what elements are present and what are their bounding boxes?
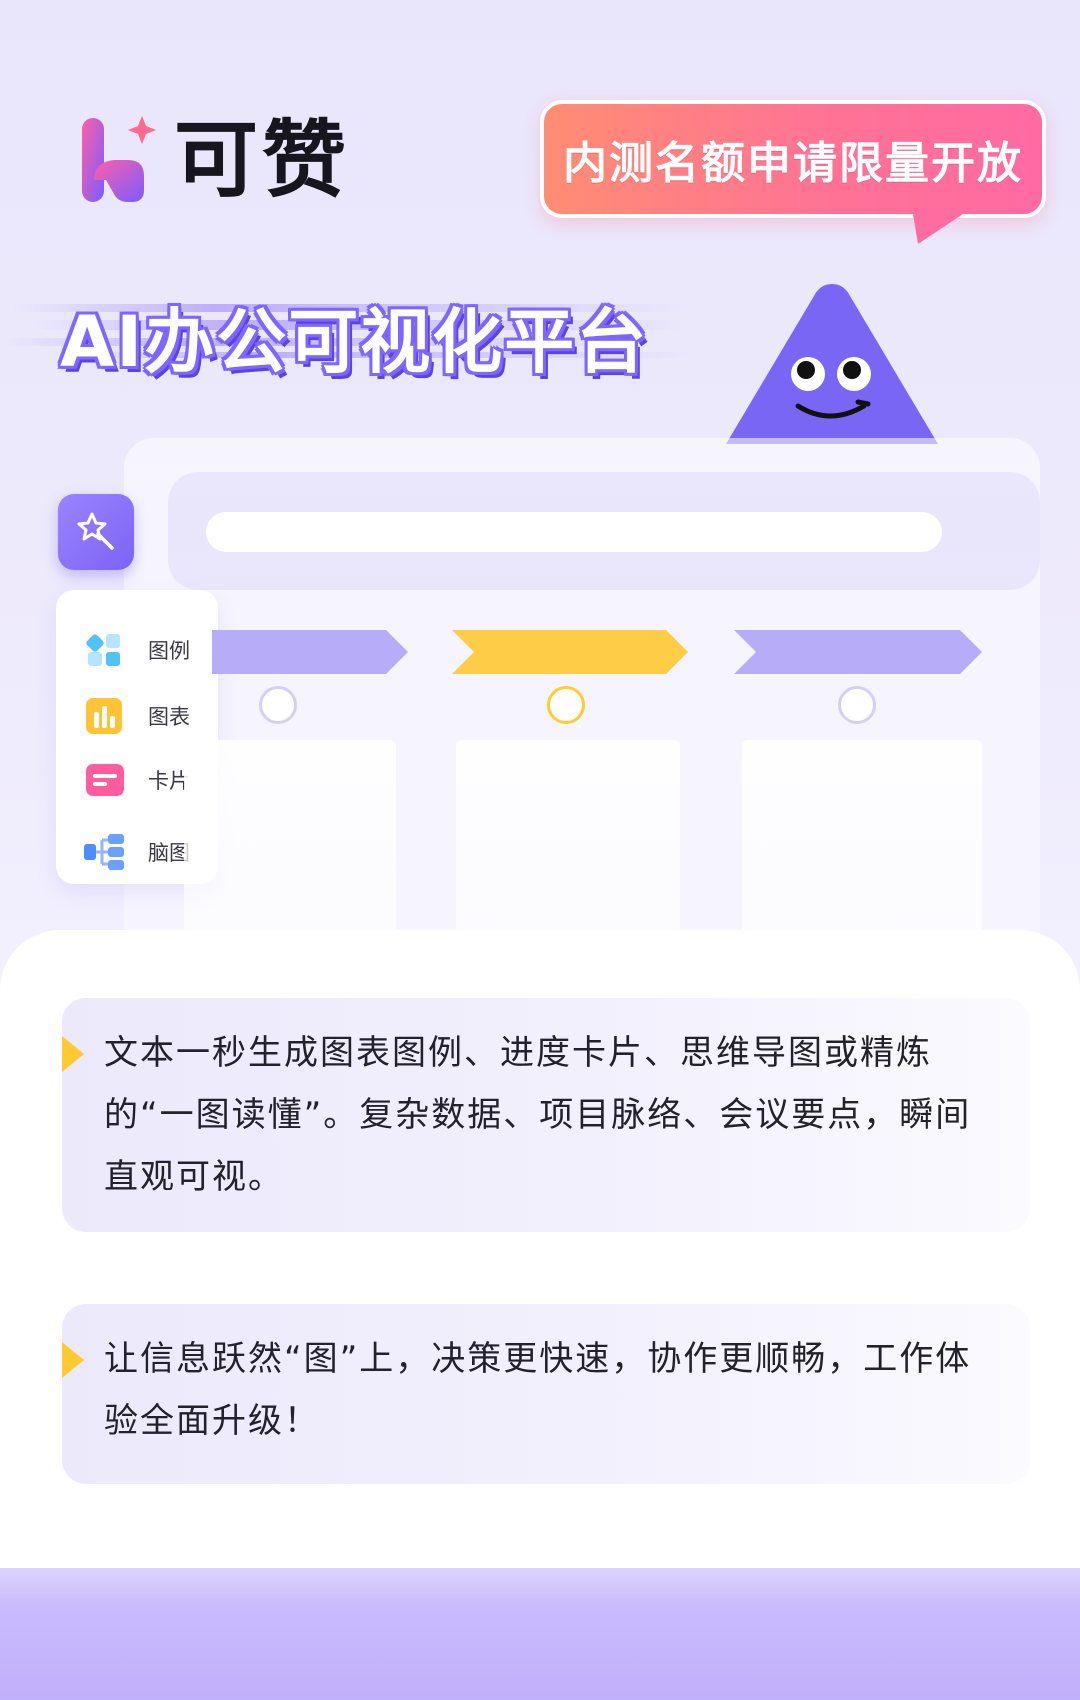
card-icon [86,764,124,796]
brand-name: 可赞 [174,111,351,209]
step-indicator-1 [259,686,297,724]
mind-map-icon [84,834,124,870]
brand-logo: 可赞 [80,110,350,210]
menu-item-legend[interactable]: 图例 [56,628,218,672]
legend-grid-icon [86,634,120,666]
promo-bubble[interactable]: 内测名额申请限量开放 [540,100,1046,218]
bottom-band [0,1568,1080,1700]
tip-box-1: 文本一秒生成图表图例、进度卡片、思维导图或精炼的“一图读懂”。复杂数据、项目脉络… [62,998,1030,1232]
headline: AI办公可视化平台 [60,301,649,383]
menu-item-chart[interactable]: 图表 [56,694,218,738]
logo-k-icon [80,110,164,210]
magic-wand-button[interactable] [58,494,134,570]
step-arrow-1 [212,630,408,674]
play-arrow-icon [62,1036,84,1072]
search-input[interactable] [206,512,942,552]
promo-bubble-text: 内测名额申请限量开放 [563,138,1023,189]
bubble-tail-icon [912,208,972,244]
step-indicator-2 [547,686,585,724]
tip-box-2: 让信息跃然“图”上，决策更快速，协作更顺畅，工作体验全面升级！ [62,1304,1030,1484]
bar-chart-icon [86,698,122,734]
magic-wand-icon [77,512,114,550]
menu-item-label: 图例 [148,639,190,663]
menu-item-label: 图表 [148,705,190,729]
step-arrow-3 [734,630,982,674]
content-card: 文本一秒生成图表图例、进度卡片、思维导图或精炼的“一图读懂”。复杂数据、项目脉络… [0,930,1080,1570]
play-arrow-icon [62,1342,84,1378]
step-indicator-3 [838,686,876,724]
tip-text-2: 让信息跃然“图”上，决策更快速，协作更顺畅，工作体验全面升级！ [104,1339,972,1441]
tip-text-1: 文本一秒生成图表图例、进度卡片、思维导图或精炼的“一图读懂”。复杂数据、项目脉络… [104,1033,972,1197]
step-arrow-2 [452,630,688,674]
triangle-mascot-icon [726,284,938,444]
